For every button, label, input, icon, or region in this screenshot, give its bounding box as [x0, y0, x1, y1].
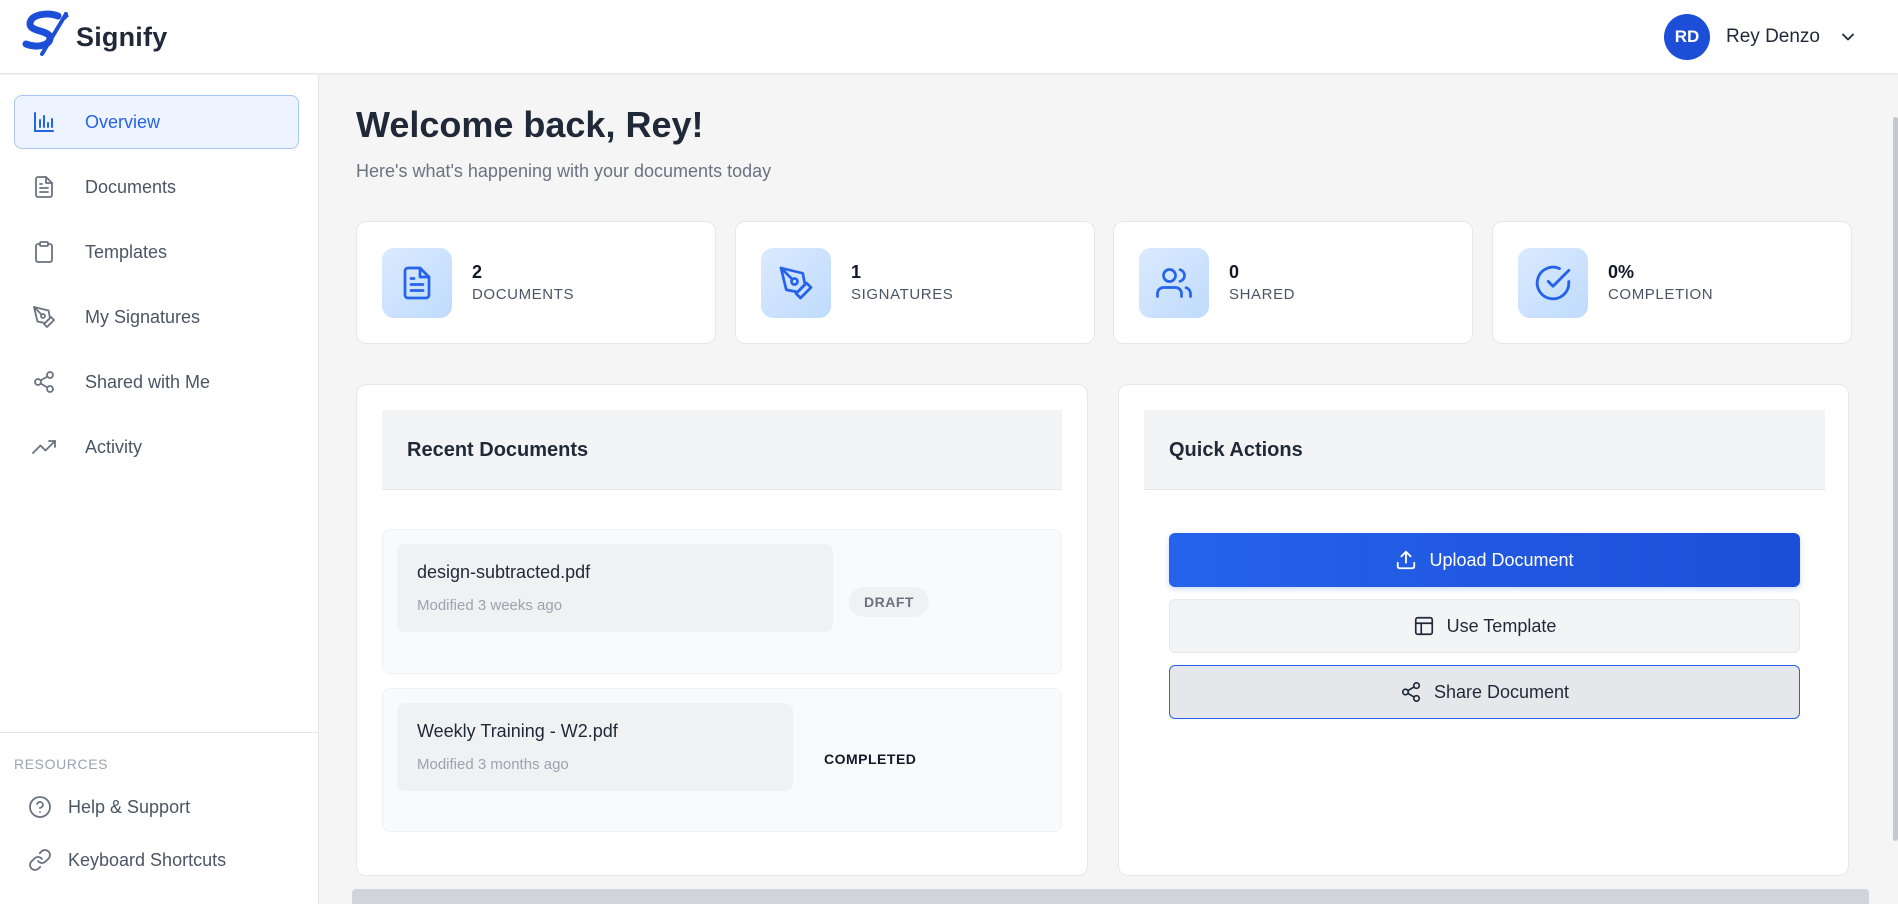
help-circle-icon: [29, 796, 51, 818]
trending-up-icon: [31, 434, 57, 460]
panel-title: Recent Documents: [407, 439, 589, 461]
recent-documents-panel: Recent Documents design-subtracted.pdf M…: [356, 384, 1088, 876]
clipboard-icon: [31, 239, 57, 265]
pen-tool-icon: [31, 304, 57, 330]
sidebar-item-label: Shared with Me: [85, 371, 211, 392]
panel-title: Quick Actions: [1169, 439, 1303, 461]
stat-label: DOCUMENTS: [472, 286, 575, 303]
sidebar-item-my-signatures[interactable]: My Signatures: [14, 290, 299, 344]
use-template-label: Use Template: [1446, 615, 1557, 636]
resource-label: Help & Support: [68, 796, 191, 817]
top-header: Signify RD Rey Denzo: [0, 0, 1898, 74]
document-name[interactable]: Weekly Training - W2.pdf: [417, 721, 618, 742]
status-badge: COMPLETED: [824, 751, 917, 767]
page-title: Welcome back, Rey!: [356, 104, 704, 145]
sidebar-item-label: Documents: [85, 176, 177, 197]
upload-document-button[interactable]: Upload Document: [1169, 533, 1800, 587]
document-icon: [382, 248, 452, 318]
stat-card-signatures[interactable]: 1 SIGNATURES: [735, 221, 1095, 344]
pen-tool-icon: [761, 248, 831, 318]
sidebar-item-activity[interactable]: Activity: [14, 420, 299, 474]
user-menu[interactable]: RD Rey Denzo: [1664, 14, 1858, 60]
bar-chart-icon: [31, 109, 57, 135]
share-document-label: Share Document: [1433, 681, 1570, 702]
sidebar-item-shared-with-me[interactable]: Shared with Me: [14, 355, 299, 409]
document-modified: Modified 3 weeks ago: [417, 597, 563, 614]
link-icon: [29, 849, 51, 871]
share-icon: [31, 369, 57, 395]
resource-keyboard-shortcuts[interactable]: Keyboard Shortcuts: [28, 848, 226, 872]
sidebar-item-label: Activity: [85, 436, 143, 457]
users-icon: [1139, 248, 1209, 318]
share-document-button[interactable]: Share Document: [1169, 665, 1800, 719]
document-icon: [31, 174, 57, 200]
check-circle-icon: [1518, 248, 1588, 318]
stat-label: SIGNATURES: [851, 286, 954, 303]
avatar[interactable]: RD: [1664, 14, 1710, 60]
stat-value: 1: [851, 262, 862, 282]
app-logo[interactable]: Signify: [20, 10, 167, 58]
user-name: Rey Denzo: [1726, 26, 1820, 47]
upload-document-label: Upload Document: [1429, 549, 1574, 570]
resource-help-support[interactable]: Help & Support: [28, 795, 190, 819]
stat-value: 2: [472, 262, 483, 282]
layout-icon: [1413, 615, 1435, 637]
stat-label: SHARED: [1229, 286, 1296, 303]
document-row[interactable]: design-subtracted.pdf Modified 3 weeks a…: [382, 529, 1062, 674]
use-template-button[interactable]: Use Template: [1169, 599, 1800, 653]
vertical-scrollbar[interactable]: [1893, 117, 1898, 841]
horizontal-scrollbar[interactable]: [352, 889, 1869, 904]
sidebar-item-label: Templates: [85, 241, 168, 262]
sidebar-divider: [0, 732, 319, 733]
document-modified: Modified 3 months ago: [417, 756, 569, 773]
resources-title: RESOURCES: [14, 756, 109, 772]
stat-value: 0%: [1608, 262, 1635, 282]
document-name[interactable]: design-subtracted.pdf: [417, 562, 590, 583]
panel-header: Recent Documents: [382, 410, 1062, 490]
sidebar: Overview Documents Templates My Signatur…: [0, 75, 319, 904]
status-badge: DRAFT: [849, 587, 929, 617]
sidebar-item-templates[interactable]: Templates: [14, 225, 299, 279]
signify-logo-icon: [22, 10, 69, 56]
page-subtitle: Here's what's happening with your docume…: [356, 161, 772, 181]
chevron-down-icon[interactable]: [1838, 27, 1858, 47]
document-info[interactable]: Weekly Training - W2.pdf Modified 3 mont…: [397, 703, 793, 791]
sidebar-item-overview[interactable]: Overview: [14, 95, 299, 149]
share-icon: [1400, 681, 1422, 703]
panel-header: Quick Actions: [1144, 410, 1825, 490]
resource-label: Keyboard Shortcuts: [68, 849, 227, 870]
sidebar-item-documents[interactable]: Documents: [14, 160, 299, 214]
stat-value: 0: [1229, 262, 1240, 282]
app-name: Signify: [76, 21, 168, 52]
document-row[interactable]: Weekly Training - W2.pdf Modified 3 mont…: [382, 688, 1062, 832]
stat-card-documents[interactable]: 2 DOCUMENTS: [356, 221, 716, 344]
document-info[interactable]: design-subtracted.pdf Modified 3 weeks a…: [397, 544, 833, 632]
stat-card-completion[interactable]: 0% COMPLETION: [1492, 221, 1852, 344]
stat-card-shared[interactable]: 0 SHARED: [1113, 221, 1473, 344]
sidebar-item-label: My Signatures: [85, 306, 201, 327]
stat-label: COMPLETION: [1608, 286, 1714, 303]
quick-actions-panel: Quick Actions Upload Document Use Templa…: [1118, 384, 1849, 876]
sidebar-item-label: Overview: [85, 111, 161, 132]
upload-icon: [1395, 549, 1417, 571]
